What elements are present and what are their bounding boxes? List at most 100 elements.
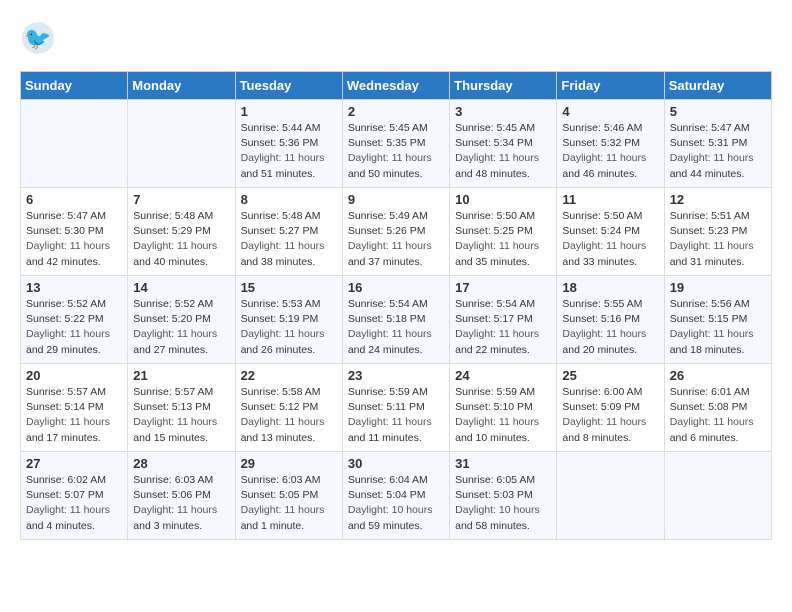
calendar-cell: 29Sunrise: 6:03 AMSunset: 5:05 PMDayligh… — [235, 452, 342, 540]
logo-icon: 🐦 — [20, 20, 56, 56]
cell-content: Sunrise: 5:48 AMSunset: 5:27 PMDaylight:… — [241, 209, 337, 270]
logo: 🐦 — [20, 20, 60, 61]
cell-content: Sunrise: 5:54 AMSunset: 5:17 PMDaylight:… — [455, 297, 551, 358]
cell-content: Sunrise: 5:53 AMSunset: 5:19 PMDaylight:… — [241, 297, 337, 358]
calendar-cell: 11 Sunrise: 5:50 AMSunset: 5:24 PMDayligh… — [557, 188, 664, 276]
cell-content: Sunrise: 5:50 AMSunset: 5:24 PMDaylight:… — [562, 209, 658, 270]
cell-content: Sunrise: 5:59 AMSunset: 5:11 PMDaylight:… — [348, 385, 444, 446]
day-number: 5 — [670, 104, 766, 119]
cell-content: Sunrise: 5:47 AMSunset: 5:30 PMDaylight:… — [26, 209, 122, 270]
day-number: 18 — [562, 280, 658, 295]
cell-content: Sunrise: 5:45 AMSunset: 5:35 PMDaylight:… — [348, 121, 444, 182]
calendar-cell: 21 Sunrise: 5:57 AMSunset: 5:13 PMDayligh… — [128, 364, 235, 452]
day-number: 7 — [133, 192, 229, 207]
calendar-cell — [664, 452, 771, 540]
col-header-wednesday: Wednesday — [342, 72, 449, 100]
cell-content: Sunrise: 5:47 AMSunset: 5:31 PMDaylight:… — [670, 121, 766, 182]
calendar-cell: 8 Sunrise: 5:48 AMSunset: 5:27 PMDaylight… — [235, 188, 342, 276]
calendar-cell: 4 Sunrise: 5:46 AMSunset: 5:32 PMDaylight… — [557, 100, 664, 188]
cell-content: Sunrise: 6:03 AMSunset: 5:05 PMDaylight:… — [241, 473, 337, 534]
day-number: 3 — [455, 104, 551, 119]
col-header-monday: Monday — [128, 72, 235, 100]
day-number: 11 — [562, 192, 658, 207]
cell-content: Sunrise: 5:52 AMSunset: 5:20 PMDaylight:… — [133, 297, 229, 358]
day-number: 2 — [348, 104, 444, 119]
cell-content: Sunrise: 5:54 AMSunset: 5:18 PMDaylight:… — [348, 297, 444, 358]
calendar-cell: 17Sunrise: 5:54 AMSunset: 5:17 PMDayligh… — [450, 276, 557, 364]
cell-content: Sunrise: 5:55 AMSunset: 5:16 PMDaylight:… — [562, 297, 658, 358]
day-number: 27 — [26, 456, 122, 471]
col-header-thursday: Thursday — [450, 72, 557, 100]
calendar-cell: 2 Sunrise: 5:45 AMSunset: 5:35 PMDaylight… — [342, 100, 449, 188]
day-number: 9 — [348, 192, 444, 207]
week-row-2: 13 Sunrise: 5:52 AMSunset: 5:22 PMDayligh… — [21, 276, 772, 364]
cell-content: Sunrise: 5:57 AMSunset: 5:13 PMDaylight:… — [133, 385, 229, 446]
week-row-1: 6 Sunrise: 5:47 AMSunset: 5:30 PMDaylight… — [21, 188, 772, 276]
calendar-cell: 10 Sunrise: 5:50 AMSunset: 5:25 PMDayligh… — [450, 188, 557, 276]
calendar-cell: 16 Sunrise: 5:54 AMSunset: 5:18 PMDayligh… — [342, 276, 449, 364]
calendar-cell: 20Sunrise: 5:57 AMSunset: 5:14 PMDayligh… — [21, 364, 128, 452]
calendar-cell: 23 Sunrise: 5:59 AMSunset: 5:11 PMDayligh… — [342, 364, 449, 452]
calendar-cell: 14 Sunrise: 5:52 AMSunset: 5:20 PMDayligh… — [128, 276, 235, 364]
day-number: 30 — [348, 456, 444, 471]
calendar-cell: 27 Sunrise: 6:02 AMSunset: 5:07 PMDayligh… — [21, 452, 128, 540]
cell-content: Sunrise: 5:46 AMSunset: 5:32 PMDaylight:… — [562, 121, 658, 182]
week-row-3: 20Sunrise: 5:57 AMSunset: 5:14 PMDayligh… — [21, 364, 772, 452]
day-number: 12 — [670, 192, 766, 207]
day-number: 15 — [241, 280, 337, 295]
day-number: 28 — [133, 456, 229, 471]
calendar-cell — [128, 100, 235, 188]
cell-content: Sunrise: 6:03 AMSunset: 5:06 PMDaylight:… — [133, 473, 229, 534]
day-number: 4 — [562, 104, 658, 119]
calendar-cell: 18 Sunrise: 5:55 AMSunset: 5:16 PMDayligh… — [557, 276, 664, 364]
cell-content: Sunrise: 5:57 AMSunset: 5:14 PMDaylight:… — [26, 385, 122, 446]
day-number: 10 — [455, 192, 551, 207]
day-number: 19 — [670, 280, 766, 295]
calendar-cell: 7 Sunrise: 5:48 AMSunset: 5:29 PMDaylight… — [128, 188, 235, 276]
calendar-cell: 24Sunrise: 5:59 AMSunset: 5:10 PMDayligh… — [450, 364, 557, 452]
day-number: 16 — [348, 280, 444, 295]
calendar-cell: 5 Sunrise: 5:47 AMSunset: 5:31 PMDaylight… — [664, 100, 771, 188]
calendar-cell: 25Sunrise: 6:00 AMSunset: 5:09 PMDayligh… — [557, 364, 664, 452]
cell-content: Sunrise: 6:02 AMSunset: 5:07 PMDaylight:… — [26, 473, 122, 534]
col-header-tuesday: Tuesday — [235, 72, 342, 100]
page-header: 🐦 — [20, 20, 772, 61]
cell-content: Sunrise: 5:52 AMSunset: 5:22 PMDaylight:… — [26, 297, 122, 358]
cell-content: Sunrise: 6:04 AMSunset: 5:04 PMDaylight:… — [348, 473, 444, 534]
day-number: 26 — [670, 368, 766, 383]
day-number: 23 — [348, 368, 444, 383]
calendar-table: SundayMondayTuesdayWednesdayThursdayFrid… — [20, 71, 772, 540]
calendar-cell: 13 Sunrise: 5:52 AMSunset: 5:22 PMDayligh… — [21, 276, 128, 364]
cell-content: Sunrise: 5:44 AMSunset: 5:36 PMDaylight:… — [241, 121, 337, 182]
day-number: 13 — [26, 280, 122, 295]
cell-content: Sunrise: 5:48 AMSunset: 5:29 PMDaylight:… — [133, 209, 229, 270]
calendar-cell: 22Sunrise: 5:58 AMSunset: 5:12 PMDayligh… — [235, 364, 342, 452]
calendar-cell: 30 Sunrise: 6:04 AMSunset: 5:04 PMDayligh… — [342, 452, 449, 540]
calendar-cell: 31 Sunrise: 6:05 AMSunset: 5:03 PMDayligh… — [450, 452, 557, 540]
calendar-cell: 1 Sunrise: 5:44 AMSunset: 5:36 PMDaylight… — [235, 100, 342, 188]
cell-content: Sunrise: 5:50 AMSunset: 5:25 PMDaylight:… — [455, 209, 551, 270]
calendar-cell: 28 Sunrise: 6:03 AMSunset: 5:06 PMDayligh… — [128, 452, 235, 540]
cell-content: Sunrise: 6:05 AMSunset: 5:03 PMDaylight:… — [455, 473, 551, 534]
col-header-sunday: Sunday — [21, 72, 128, 100]
calendar-cell — [557, 452, 664, 540]
calendar-cell: 9Sunrise: 5:49 AMSunset: 5:26 PMDaylight… — [342, 188, 449, 276]
day-number: 8 — [241, 192, 337, 207]
day-number: 21 — [133, 368, 229, 383]
cell-content: Sunrise: 5:45 AMSunset: 5:34 PMDaylight:… — [455, 121, 551, 182]
day-number: 6 — [26, 192, 122, 207]
col-header-saturday: Saturday — [664, 72, 771, 100]
calendar-cell — [21, 100, 128, 188]
calendar-cell: 26 Sunrise: 6:01 AMSunset: 5:08 PMDayligh… — [664, 364, 771, 452]
day-number: 22 — [241, 368, 337, 383]
week-row-0: 1 Sunrise: 5:44 AMSunset: 5:36 PMDaylight… — [21, 100, 772, 188]
day-number: 1 — [241, 104, 337, 119]
day-number: 31 — [455, 456, 551, 471]
day-number: 14 — [133, 280, 229, 295]
day-number: 24 — [455, 368, 551, 383]
cell-content: Sunrise: 6:01 AMSunset: 5:08 PMDaylight:… — [670, 385, 766, 446]
col-header-friday: Friday — [557, 72, 664, 100]
calendar-cell: 12Sunrise: 5:51 AMSunset: 5:23 PMDayligh… — [664, 188, 771, 276]
cell-content: Sunrise: 5:56 AMSunset: 5:15 PMDaylight:… — [670, 297, 766, 358]
calendar-cell: 6 Sunrise: 5:47 AMSunset: 5:30 PMDaylight… — [21, 188, 128, 276]
